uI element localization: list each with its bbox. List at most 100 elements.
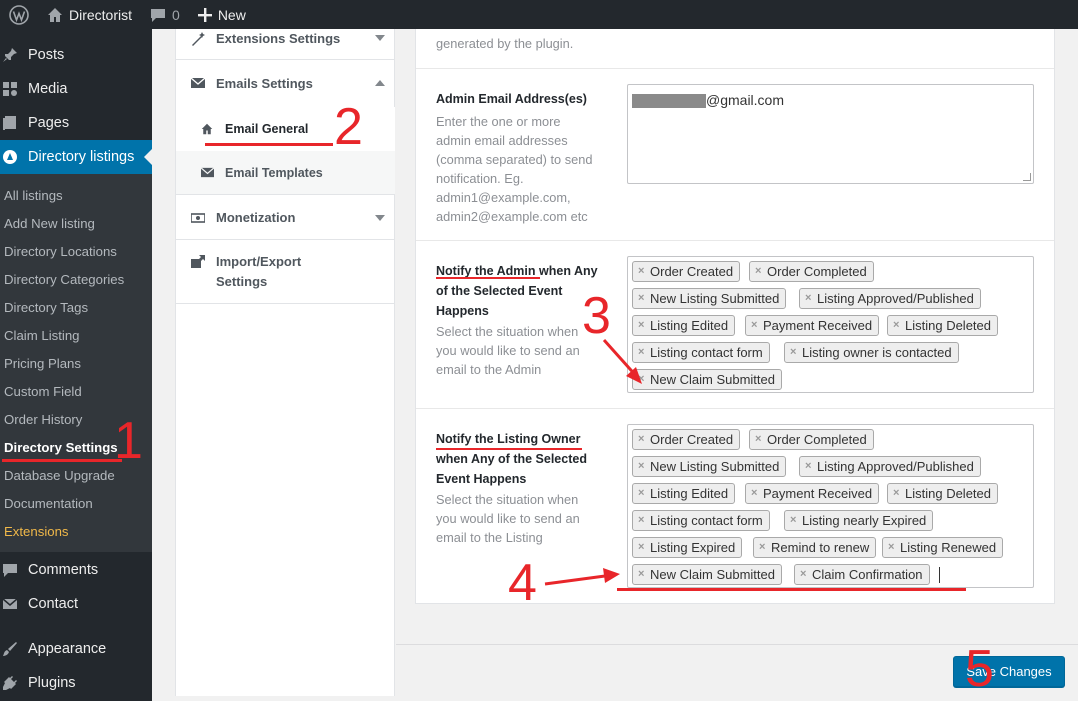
remove-icon[interactable]: × [638, 565, 644, 584]
tag-new-listing-submitted[interactable]: × New Listing Submitted [632, 456, 787, 477]
submenu-extensions[interactable]: Extensions [4, 522, 69, 542]
row-notify-admin: Notify the Admin when Any of the Selecte… [416, 241, 1054, 409]
submenu-directory-settings[interactable]: Directory Settings [4, 438, 118, 458]
submenu-all-listings[interactable]: All listings [4, 186, 63, 206]
notify-admin-label-a: Notify the Admin [436, 264, 536, 278]
tag-label: Listing owner is contacted [802, 345, 952, 360]
tag-listing-expired[interactable]: × Listing Expired [632, 537, 743, 558]
remove-icon[interactable]: × [638, 343, 644, 362]
tag-remind-to-renew[interactable]: × Remind to renew [753, 537, 877, 558]
tag-order-created[interactable]: × Order Created [632, 429, 741, 450]
new-content-link[interactable]: New [189, 0, 255, 29]
admin-email-desc-line: admin email addresses [436, 133, 568, 148]
tag-listing-edited[interactable]: × Listing Edited [632, 315, 736, 336]
tag-order-created[interactable]: × Order Created [632, 261, 741, 282]
directory-icon [2, 149, 18, 165]
nav-extensions-settings[interactable]: Extensions Settings [176, 29, 395, 60]
tag-new-claim-submitted[interactable]: × New Claim Submitted [632, 564, 782, 585]
remove-icon[interactable]: × [638, 316, 644, 335]
media-icon [2, 81, 18, 97]
menu-appearance-label: Appearance [28, 641, 107, 657]
tag-listing-approved[interactable]: × Listing Approved/Published [799, 456, 981, 477]
remove-icon[interactable]: × [805, 289, 811, 308]
remove-icon[interactable]: × [893, 316, 899, 335]
remove-icon[interactable]: × [790, 343, 796, 362]
comments-link[interactable]: 0 [141, 0, 189, 29]
admin-email-desc-line: (comma separated) to send [436, 152, 593, 167]
tag-new-claim-submitted[interactable]: × New Claim Submitted [632, 369, 782, 390]
remove-icon[interactable]: × [638, 262, 644, 281]
nav-email-templates[interactable]: Email Templates [176, 151, 395, 195]
tag-payment-received[interactable]: × Payment Received [745, 483, 880, 504]
menu-comments[interactable]: Comments [0, 553, 152, 587]
menu-pages[interactable]: Pages [0, 106, 152, 140]
remove-icon[interactable]: × [759, 538, 765, 557]
submenu-directory-categories[interactable]: Directory Categories [4, 270, 124, 290]
menu-directory-listings[interactable]: Directory listings [0, 140, 152, 174]
tag-listing-edited[interactable]: × Listing Edited [632, 483, 736, 504]
tag-claim-confirmation[interactable]: × Claim Confirmation [794, 564, 930, 585]
notify-admin-tagbox[interactable]: × Order Created × Order Completed × New Lis… [627, 256, 1034, 393]
annotation-underline [2, 459, 122, 462]
tag-label: Listing Approved/Published [817, 459, 974, 474]
tag-label: Order Created [650, 432, 734, 447]
resize-handle-icon[interactable] [1023, 173, 1031, 181]
admin-email-textarea[interactable]: @gmail.com [627, 84, 1034, 184]
site-name-link[interactable]: Directorist [38, 0, 141, 29]
menu-plugins[interactable]: Plugins [0, 666, 152, 700]
remove-icon[interactable]: × [751, 316, 757, 335]
nav-email-general-label: Email General [225, 122, 309, 136]
nav-import-export[interactable]: Import/Export Settings [176, 240, 395, 304]
tag-label: Listing Edited [650, 486, 729, 501]
submenu-directory-tags[interactable]: Directory Tags [4, 298, 88, 318]
tag-listing-renewed[interactable]: × Listing Renewed [882, 537, 1004, 558]
tag-order-completed[interactable]: × Order Completed [749, 261, 874, 282]
notify-owner-desc-line: email to the Listing [436, 530, 543, 545]
submenu-custom-field[interactable]: Custom Field [4, 382, 82, 402]
tag-label: New Listing Submitted [650, 459, 780, 474]
menu-contact[interactable]: Contact [0, 587, 152, 621]
menu-media[interactable]: Media [0, 72, 152, 106]
remove-icon[interactable]: × [638, 289, 644, 308]
tag-listing-contact-form[interactable]: × Listing contact form [632, 342, 770, 363]
remove-icon[interactable]: × [893, 484, 899, 503]
submenu-documentation[interactable]: Documentation [4, 494, 93, 514]
remove-icon[interactable]: × [755, 430, 761, 449]
notify-owner-tagbox[interactable]: × Order Created × Order Completed × New Lis… [627, 424, 1034, 588]
remove-icon[interactable]: × [638, 457, 644, 476]
remove-icon[interactable]: × [638, 538, 644, 557]
remove-icon[interactable]: × [638, 430, 644, 449]
menu-plugins-label: Plugins [28, 675, 76, 691]
remove-icon[interactable]: × [638, 370, 644, 389]
remove-icon[interactable]: × [755, 262, 761, 281]
remove-icon[interactable]: × [751, 484, 757, 503]
remove-icon[interactable]: × [638, 511, 644, 530]
submenu-add-new-listing[interactable]: Add New listing [4, 214, 95, 234]
tag-listing-deleted[interactable]: × Listing Deleted [887, 315, 998, 336]
tag-listing-deleted[interactable]: × Listing Deleted [887, 483, 998, 504]
remove-icon[interactable]: × [800, 565, 806, 584]
tag-listing-contact-form[interactable]: × Listing contact form [632, 510, 770, 531]
submenu-directory-locations[interactable]: Directory Locations [4, 242, 117, 262]
tag-listing-nearly-expired[interactable]: × Listing nearly Expired [784, 510, 934, 531]
tag-payment-received[interactable]: × Payment Received [745, 315, 880, 336]
tag-new-listing-submitted[interactable]: × New Listing Submitted [632, 288, 787, 309]
submenu-pricing-plans[interactable]: Pricing Plans [4, 354, 81, 374]
nav-monetization[interactable]: Monetization [176, 196, 395, 240]
tag-order-completed[interactable]: × Order Completed [749, 429, 874, 450]
remove-icon[interactable]: × [888, 538, 894, 557]
submenu-order-history[interactable]: Order History [4, 410, 82, 430]
menu-posts[interactable]: Posts [0, 38, 152, 72]
tag-label: Payment Received [763, 486, 873, 501]
tag-listing-owner-contacted[interactable]: × Listing owner is contacted [784, 342, 959, 363]
submenu-claim-listing[interactable]: Claim Listing [4, 326, 80, 346]
remove-icon[interactable]: × [638, 484, 644, 503]
wordpress-logo-icon[interactable] [0, 0, 38, 29]
remove-icon[interactable]: × [790, 511, 796, 530]
tag-listing-approved[interactable]: × Listing Approved/Published [799, 288, 981, 309]
remove-icon[interactable]: × [805, 457, 811, 476]
annotation-underline [617, 588, 966, 591]
menu-appearance[interactable]: Appearance [0, 632, 152, 666]
submenu-database-upgrade[interactable]: Database Upgrade [4, 466, 115, 486]
money-icon [190, 210, 206, 226]
